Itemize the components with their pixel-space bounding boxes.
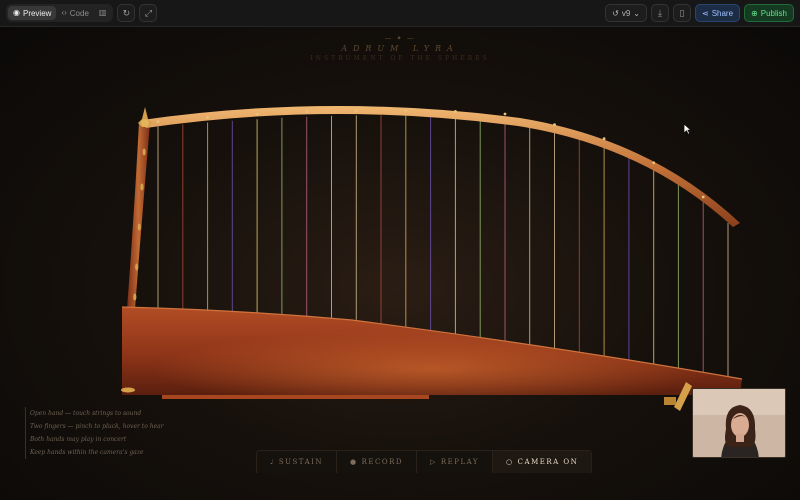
split-view-button[interactable]: ▥ xyxy=(94,6,112,20)
code-tab-label: Code xyxy=(69,8,89,18)
play-icon: ▷ xyxy=(430,458,437,466)
pillar-stud xyxy=(137,223,141,231)
bookmark-icon: ▯ xyxy=(679,7,685,18)
code-icon: ‹› xyxy=(61,8,67,17)
eye-icon: ◉ xyxy=(13,8,20,17)
sustain-button[interactable]: ♩ SUSTAIN xyxy=(257,451,338,473)
record-icon: ● xyxy=(350,458,358,466)
tuning-peg xyxy=(305,110,309,114)
pillar-stud xyxy=(140,183,144,191)
tuning-peg xyxy=(156,120,160,123)
pillar-stud xyxy=(135,263,139,271)
record-label: RECORD xyxy=(361,458,404,466)
tuning-peg xyxy=(602,137,606,141)
version-label: v9 xyxy=(621,8,631,18)
split-view-icon: ▥ xyxy=(98,8,107,17)
help-line: Both hands may play in concert xyxy=(25,433,164,446)
view-mode-toggle: ◉ Preview ‹› Code ▥ xyxy=(6,4,114,22)
download-icon: ⤓ xyxy=(657,7,662,18)
tuning-peg xyxy=(255,112,259,116)
harp-pillar xyxy=(127,123,150,309)
replay-button[interactable]: ▷ REPLAY xyxy=(417,451,494,473)
sustain-label: SUSTAIN xyxy=(278,458,324,466)
tuning-key-head xyxy=(664,397,676,405)
camera-toggle-label: CAMERA ON xyxy=(517,458,579,466)
publish-button[interactable]: ⊕ Publish xyxy=(744,4,794,22)
soundbox-glow xyxy=(122,307,742,395)
refresh-icon: ↻ xyxy=(122,7,131,18)
base-foot-left xyxy=(121,387,135,393)
note-icon: ♩ xyxy=(270,458,275,466)
share-icon: ⋖ xyxy=(701,8,709,18)
code-tab[interactable]: ‹› Code xyxy=(56,6,93,20)
expand-button[interactable]: ⤢ xyxy=(139,4,158,22)
tuning-peg xyxy=(454,110,457,113)
top-toolbar: ◉ Preview ‹› Code ▥ ↻ ⤢ ↺ v9 ⌄ ⤓ ▯ ⋖ Sha… xyxy=(0,0,800,27)
history-icon: ↺ xyxy=(612,8,619,18)
share-label: Share xyxy=(711,8,734,18)
tuning-peg xyxy=(206,116,210,119)
help-line: Keep hands within the camera's gaze xyxy=(25,446,164,459)
harp-neck xyxy=(142,105,740,227)
tuning-peg xyxy=(354,109,358,112)
refresh-button[interactable]: ↻ xyxy=(117,4,136,22)
tuning-peg xyxy=(553,123,556,127)
tuning-peg xyxy=(503,112,507,116)
record-button[interactable]: ● RECORD xyxy=(337,451,418,473)
pillar-stud xyxy=(133,293,137,301)
share-button[interactable]: ⋖ Share xyxy=(694,4,741,22)
gesture-instructions: Open hand — touch strings to sound Two f… xyxy=(25,407,164,459)
mouse-cursor-icon xyxy=(683,123,692,135)
camera-status-icon: ○ xyxy=(506,458,514,466)
finial-knob xyxy=(141,119,149,127)
globe-icon: ⊕ xyxy=(751,8,758,18)
tuning-peg xyxy=(701,195,705,199)
publish-label: Publish xyxy=(760,8,787,18)
tuning-peg xyxy=(652,161,656,165)
preview-tab-label: Preview xyxy=(22,8,52,18)
pillar-stud xyxy=(142,148,146,156)
playback-controls: ♩ SUSTAIN ● RECORD ▷ REPLAY ○ CAMERA ON xyxy=(256,450,593,473)
version-selector[interactable]: ↺ v9 ⌄ xyxy=(605,4,647,22)
download-button[interactable]: ⤓ xyxy=(650,4,669,22)
help-line: Open hand — touch strings to sound xyxy=(25,407,164,420)
help-line: Two fingers — pinch to pluck, hover to h… xyxy=(25,420,164,433)
camera-toggle-button[interactable]: ○ CAMERA ON xyxy=(493,451,592,473)
instrument-stage: — ✦ — ADRUM LYRA INSTRUMENT OF THE SPHER… xyxy=(0,27,800,500)
tuning-peg xyxy=(404,108,408,112)
webcam-preview xyxy=(692,388,786,458)
replay-label: REPLAY xyxy=(440,458,480,466)
preview-tab[interactable]: ◉ Preview xyxy=(8,6,57,20)
chevron-down-icon: ⌄ xyxy=(633,8,640,18)
webcam-feed xyxy=(693,389,785,457)
app-root: ◉ Preview ‹› Code ▥ ↻ ⤢ ↺ v9 ⌄ ⤓ ▯ ⋖ Sha… xyxy=(0,0,800,500)
expand-icon: ⤢ xyxy=(144,7,153,18)
bookmark-button[interactable]: ▯ xyxy=(672,4,691,22)
soundbox-plinth xyxy=(162,395,429,399)
